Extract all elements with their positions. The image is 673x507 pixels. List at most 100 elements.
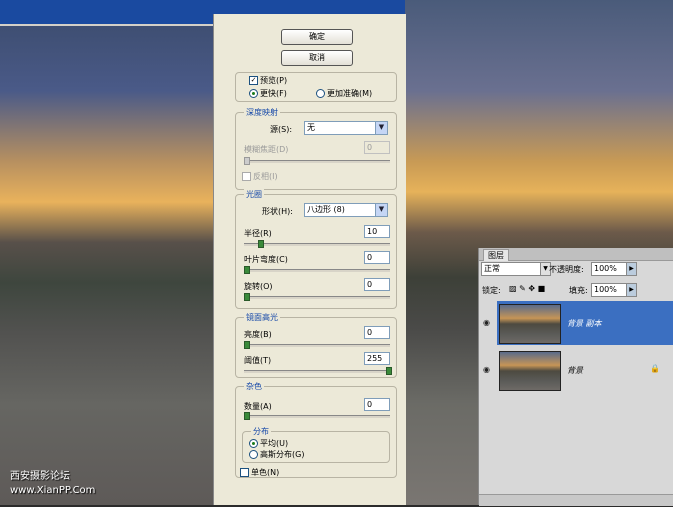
source-select[interactable]: 无 ▼ (304, 121, 388, 135)
rotation-slider[interactable] (244, 293, 390, 301)
mono-shortcut: (N) (267, 468, 280, 477)
eye-icon[interactable]: ◉ (483, 318, 490, 327)
distribution-title: 分布 (251, 426, 271, 437)
lock-label: 锁定: (482, 286, 501, 295)
shape-select[interactable]: 八边形 (8) ▼ (304, 203, 388, 217)
lock-all-icon[interactable]: ■ (538, 284, 546, 293)
tab-layers[interactable]: 图层 (483, 249, 509, 261)
curvature-text: 叶片弯度 (244, 255, 276, 264)
opacity-value: 100% (594, 264, 617, 273)
lock-move-icon[interactable]: ✥ (528, 284, 535, 293)
ok-button[interactable]: 确定 (281, 29, 353, 45)
chevron-right-icon: ▶ (626, 263, 636, 275)
preview-label: 预览 (260, 76, 276, 85)
radio-icon (249, 450, 258, 459)
checkbox-icon (242, 172, 251, 181)
amount-label: 数量(A) (244, 401, 272, 412)
curvature-input[interactable]: 0 (364, 251, 390, 264)
opacity-input[interactable]: 100% ▶ (591, 262, 637, 276)
blend-mode-select[interactable]: 正常 ▼ (481, 262, 551, 276)
layer-thumbnail (499, 304, 561, 344)
lock-icons[interactable]: ▨ ✎ ✥ ■ (509, 284, 545, 293)
slider-thumb[interactable] (244, 341, 250, 349)
chevron-down-icon: ▼ (375, 122, 387, 134)
invert-shortcut: (I) (269, 172, 278, 181)
noise-group: 杂色 数量(A) 0 分布 平均(U) 高斯分布(G) (235, 381, 397, 478)
slider-thumb[interactable] (244, 412, 250, 420)
faster-label: 更快 (260, 89, 276, 98)
threshold-slider[interactable] (244, 367, 392, 375)
watermark-line-2: www.XianPP.Com (10, 485, 96, 496)
shape-label: 形状(H): (262, 206, 293, 217)
brightness-slider[interactable] (244, 341, 390, 349)
shape-text: 形状 (262, 207, 278, 216)
blur-focal-label: 模糊焦距(D) (244, 144, 288, 155)
uniform-radio[interactable]: 平均(U) (249, 438, 288, 449)
lock-icon: 🔒 (650, 364, 660, 373)
source-label: 源(S): (270, 125, 293, 134)
amount-shortcut: (A) (260, 402, 272, 411)
layer-item[interactable]: ◉ 背景 🔒 (483, 348, 673, 392)
invert-label: 反相 (253, 172, 269, 181)
preview-area[interactable] (0, 24, 213, 507)
specular-group: 镜面高光 亮度(B) 0 阈值(T) 255 (235, 312, 397, 378)
lock-transparency-icon[interactable]: ▨ (509, 284, 517, 293)
layer-name: 背景 (567, 366, 583, 375)
blur-focal-shortcut: (D) (276, 145, 289, 154)
amount-text: 数量 (244, 402, 260, 411)
opacity-label: 不透明度: (549, 265, 584, 274)
curvature-label: 叶片弯度(C) (244, 254, 288, 265)
lock-brush-icon[interactable]: ✎ (519, 284, 526, 293)
rotation-shortcut: (O) (260, 282, 273, 291)
depth-map-group: 深度映射 源(S): 无 ▼ 模糊焦距(D) 0 反相(I) (235, 107, 397, 190)
iris-title: 光圈 (244, 189, 264, 200)
radius-slider[interactable] (244, 240, 390, 248)
cancel-button[interactable]: 取消 (281, 50, 353, 66)
slider-thumb[interactable] (244, 266, 250, 274)
slider-thumb[interactable] (244, 293, 250, 301)
faster-shortcut: (F) (276, 89, 287, 98)
threshold-input[interactable]: 255 (364, 352, 390, 365)
fill-input[interactable]: 100% ▶ (591, 283, 637, 297)
radio-icon (316, 89, 325, 98)
threshold-text: 阈值 (244, 356, 260, 365)
shape-shortcut: (H): (278, 207, 293, 216)
radius-label: 半径(R) (244, 228, 272, 239)
slider-thumb[interactable] (386, 367, 392, 375)
accurate-shortcut: (M) (359, 89, 373, 98)
watermark: 西安摄影论坛 www.XianPP.Com (10, 470, 95, 498)
layers-tab-bar: 图层 (479, 248, 673, 261)
gaussian-label: 高斯分布 (260, 450, 292, 459)
accurate-label: 更加准确 (327, 89, 359, 98)
lens-blur-dialog: 确定 取消 ✓ 预览(P) 更快(F) 更加准确(M) 深度映射 源(S): 无 … (213, 14, 406, 505)
source-value: 无 (307, 123, 315, 132)
mono-checkbox[interactable]: 单色(N) (240, 467, 279, 478)
amount-slider[interactable] (244, 412, 390, 420)
chevron-down-icon: ▼ (375, 204, 387, 216)
check-icon: ✓ (249, 76, 258, 85)
slider-thumb[interactable] (244, 157, 250, 165)
curvature-slider[interactable] (244, 266, 390, 274)
preview-checkbox[interactable]: ✓ 预览(P) (249, 75, 287, 86)
invert-checkbox[interactable]: 反相(I) (242, 171, 278, 182)
brightness-shortcut: (B) (260, 330, 272, 339)
gaussian-radio[interactable]: 高斯分布(G) (249, 449, 304, 460)
slider-thumb[interactable] (258, 240, 264, 248)
radius-input[interactable]: 10 (364, 225, 390, 238)
layers-footer-toolbar (479, 494, 673, 506)
amount-input[interactable]: 0 (364, 398, 390, 411)
layer-item[interactable]: ◉ 背景 副本 (483, 301, 673, 345)
faster-radio[interactable]: 更快(F) (249, 88, 287, 99)
rotation-input[interactable]: 0 (364, 278, 390, 291)
eye-icon[interactable]: ◉ (483, 365, 490, 374)
layer-thumbnail (499, 351, 561, 391)
mono-label: 单色 (251, 468, 267, 477)
fill-value: 100% (594, 285, 617, 294)
iris-group: 光圈 形状(H): 八边形 (8) ▼ 半径(R) 10 叶片弯度(C) 0 旋… (235, 189, 397, 309)
blur-focal-slider[interactable] (244, 157, 390, 165)
accurate-radio[interactable]: 更加准确(M) (316, 88, 372, 99)
threshold-label: 阈值(T) (244, 355, 271, 366)
blur-focal-input[interactable]: 0 (364, 141, 390, 154)
brightness-input[interactable]: 0 (364, 326, 390, 339)
brightness-text: 亮度 (244, 330, 260, 339)
